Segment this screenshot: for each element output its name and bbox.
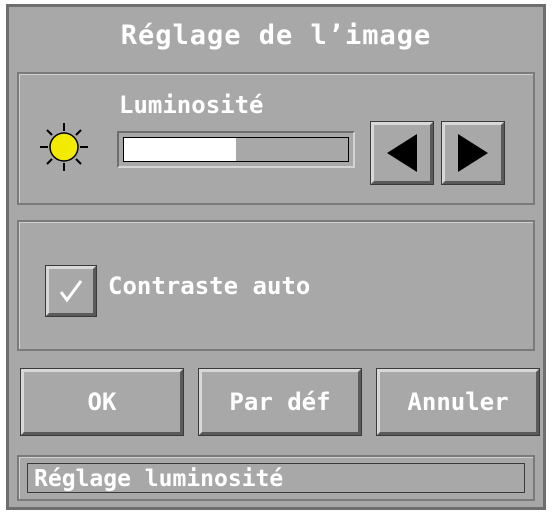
auto-contrast-checkbox[interactable]	[45, 265, 97, 317]
brightness-group: Luminosité	[17, 72, 535, 205]
contrast-group: Contraste auto	[17, 220, 535, 351]
decrease-brightness-button[interactable]	[370, 121, 434, 185]
default-button[interactable]: Par déf	[198, 368, 362, 436]
auto-contrast-label: Contraste auto	[108, 272, 311, 300]
title-bar: Réglage de l’image	[9, 7, 543, 63]
ok-button[interactable]: OK	[20, 368, 184, 436]
brightness-fill	[124, 138, 236, 161]
arrow-left-icon	[387, 134, 417, 172]
dialog-title: Réglage de l’image	[120, 19, 432, 51]
brightness-label: Luminosité	[119, 91, 264, 119]
cancel-button[interactable]: Annuler	[376, 368, 540, 436]
brightness-track	[123, 137, 349, 162]
arrow-right-icon	[458, 134, 488, 172]
sun-icon	[40, 123, 88, 171]
brightness-slider[interactable]	[117, 131, 355, 168]
image-settings-dialog: Réglage de l’image Luminosité Contraste …	[6, 4, 546, 510]
checkmark-icon	[59, 280, 83, 303]
status-text: Réglage luminosité	[27, 463, 525, 493]
increase-brightness-button[interactable]	[441, 121, 505, 185]
status-bar: Réglage luminosité	[17, 455, 535, 501]
